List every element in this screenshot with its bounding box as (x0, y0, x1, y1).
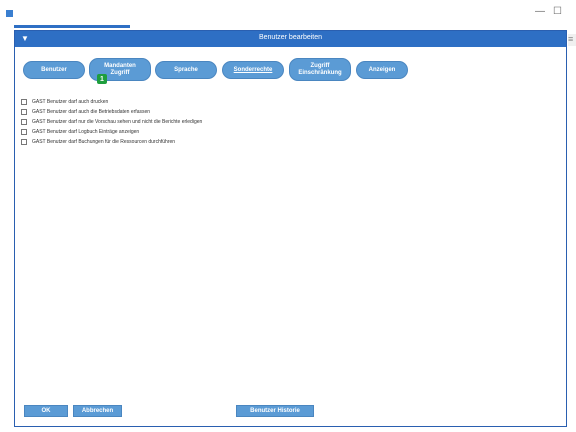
app-icon (6, 10, 13, 17)
option-row: GAST Benutzer darf Buchungen für die Res… (21, 137, 202, 147)
option-checkbox[interactable] (21, 99, 27, 105)
edit-user-dialog: ▼ Benutzer bearbeiten Benutzer Mandanten… (14, 30, 567, 427)
option-label: GAST Benutzer darf Logbuch Einträge anze… (32, 129, 140, 135)
user-history-button[interactable]: Benutzer Historie (236, 405, 314, 417)
option-row: GAST Benutzer darf auch drucken (21, 97, 202, 107)
tab-bar: Benutzer Mandanten Zugriff 1 Sprache Son… (23, 58, 563, 86)
dialog-titlebar: ▼ Benutzer bearbeiten (15, 31, 566, 47)
special-rights-list: GAST Benutzer darf auch drucken GAST Ben… (21, 97, 202, 147)
cancel-button[interactable]: Abbrechen (73, 405, 122, 417)
option-checkbox[interactable] (21, 129, 27, 135)
option-checkbox[interactable] (21, 109, 27, 115)
option-checkbox[interactable] (21, 119, 27, 125)
ok-button[interactable]: OK (24, 405, 68, 417)
option-row: GAST Benutzer darf auch die Betriebsdate… (21, 107, 202, 117)
dialog-title: Benutzer bearbeiten (258, 34, 323, 41)
option-row: GAST Benutzer darf nur die Vorschau sehe… (21, 117, 202, 127)
option-label: GAST Benutzer darf auch drucken (32, 99, 109, 105)
window-titlebar: — ☐ (0, 0, 576, 26)
tab-sonderrechte[interactable]: Sonderrechte (222, 61, 284, 79)
progress-accent-line (14, 25, 130, 28)
tab-anzeigen[interactable]: Anzeigen (356, 61, 408, 79)
option-row: GAST Benutzer darf Logbuch Einträge anze… (21, 127, 202, 137)
tab-zugriff-einschraenkung[interactable]: Zugriff Einschränkung (289, 58, 351, 81)
option-label: GAST Benutzer darf auch die Betriebsdate… (32, 109, 151, 115)
option-label: GAST Benutzer darf nur die Vorschau sehe… (32, 119, 203, 125)
tab-count-badge: 1 (97, 74, 107, 84)
minimize-icon[interactable]: — (535, 6, 545, 17)
side-panel-handle-icon[interactable]: ≡ (568, 34, 576, 46)
tab-sprache[interactable]: Sprache (155, 61, 217, 79)
option-label: GAST Benutzer darf Buchungen für die Res… (32, 139, 176, 145)
maximize-icon[interactable]: ☐ (553, 6, 562, 17)
tab-benutzer[interactable]: Benutzer (23, 61, 85, 79)
option-checkbox[interactable] (21, 139, 27, 145)
